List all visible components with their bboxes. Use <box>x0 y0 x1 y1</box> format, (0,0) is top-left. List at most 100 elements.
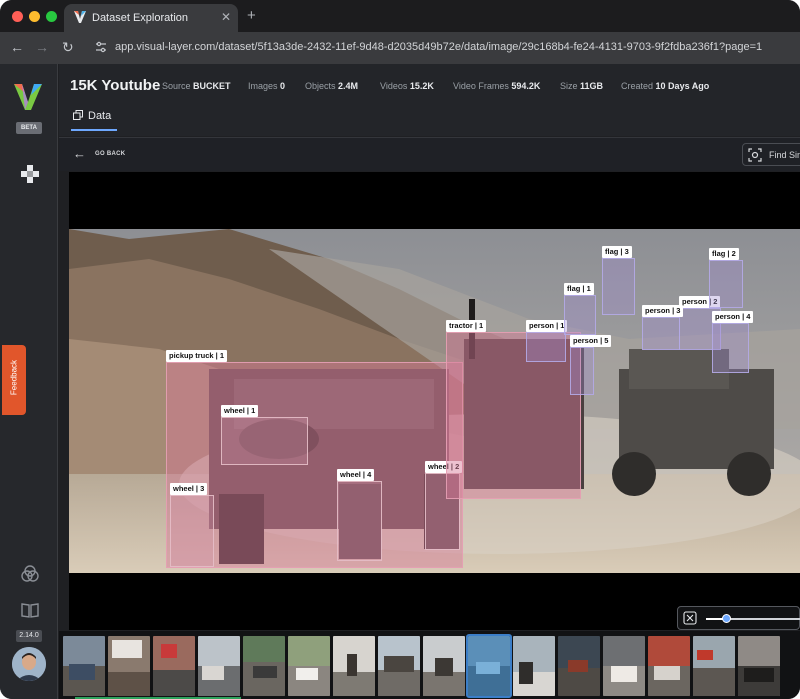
beta-badge: BETA <box>16 122 42 134</box>
minimize-window-button[interactable] <box>29 11 40 22</box>
site-settings-icon[interactable] <box>95 41 107 53</box>
bbox-person-1[interactable]: person | 1 <box>526 320 568 362</box>
bbox-flag-2[interactable]: flag | 2 <box>709 248 743 308</box>
datasets-icon[interactable] <box>20 164 40 184</box>
thumbnail-image <box>558 636 600 696</box>
frame-thumbnail[interactable] <box>288 636 330 696</box>
visual-layer-logo-icon <box>74 11 86 23</box>
meta-videos: Videos 15.2K <box>380 81 434 91</box>
go-back-arrow-icon[interactable]: ← <box>73 146 86 161</box>
viewer-toolbar: ← GO BACK Find Sim <box>59 137 800 171</box>
book-icon[interactable] <box>20 600 40 620</box>
app-sidebar: BETA Feedback 2.14.0 <box>0 64 58 699</box>
feedback-button[interactable]: Feedback <box>2 345 26 415</box>
frame-thumbnail[interactable] <box>378 636 420 696</box>
version-badge: 2.14.0 <box>16 630 42 642</box>
bbox-label: person | 1 <box>526 320 568 332</box>
thumbnail-image <box>378 636 420 696</box>
go-back-button[interactable]: GO BACK <box>95 151 125 157</box>
avatar-image <box>12 647 46 681</box>
thumbnail-image <box>288 636 330 696</box>
maximize-window-button[interactable] <box>46 11 57 22</box>
frame-thumbnail[interactable] <box>153 636 195 696</box>
image-search-icon <box>748 148 762 162</box>
thumbnail-image <box>423 636 465 696</box>
frame-thumbnail[interactable] <box>333 636 375 696</box>
bbox-wheel-4[interactable]: wheel | 4 <box>337 469 382 561</box>
find-similar-button[interactable]: Find Sim <box>742 143 800 166</box>
frame-thumbnail[interactable] <box>693 636 735 696</box>
thumbnail-image <box>108 636 150 696</box>
visual-layer-logo-icon[interactable] <box>12 82 44 112</box>
frame-thumbnail-selected[interactable] <box>466 634 512 698</box>
feedback-label: Feedback <box>9 359 19 396</box>
frame-thumbnail[interactable] <box>63 636 105 696</box>
browser-forward-button[interactable]: → <box>35 39 49 55</box>
bbox-person-3[interactable]: person | 3 <box>642 305 684 350</box>
frame-thumbnail[interactable] <box>648 636 690 696</box>
active-tab-indicator <box>71 129 117 131</box>
thumbnail-image <box>603 636 645 696</box>
tab-close-icon[interactable]: ✕ <box>221 10 231 24</box>
bbox-label: wheel | 1 <box>221 405 259 417</box>
zoom-slider-thumb[interactable] <box>722 614 731 623</box>
image-viewer[interactable]: pickup truck | 1 wheel | 1 wheel | 2 whe… <box>69 172 800 630</box>
integrations-icon[interactable] <box>20 564 40 584</box>
thumbnail-image <box>738 636 780 696</box>
dataset-header: 15K Youtube Source BUCKET Images 0 Objec… <box>59 64 800 136</box>
avatar[interactable] <box>12 647 46 681</box>
frame-thumbnail[interactable] <box>423 636 465 696</box>
frame-thumbnail[interactable] <box>738 636 780 696</box>
frame-thumbnail[interactable] <box>243 636 285 696</box>
bbox-label: flag | 2 <box>709 248 739 260</box>
bbox-label: person | 5 <box>570 335 612 347</box>
meta-source: Source BUCKET <box>162 81 231 91</box>
thumbnail-image <box>648 636 690 696</box>
meta-created: Created 10 Days Ago <box>621 81 710 91</box>
frame-thumbnail[interactable] <box>108 636 150 696</box>
bbox-flag-1[interactable]: flag | 1 <box>564 283 596 335</box>
thumbnail-image <box>153 636 195 696</box>
bbox-label: tractor | 1 <box>446 320 487 332</box>
frame-thumbnail[interactable] <box>558 636 600 696</box>
bbox-label: flag | 3 <box>602 246 632 258</box>
meta-size: Size 11GB <box>560 81 604 91</box>
fit-to-screen-icon[interactable] <box>683 611 697 625</box>
frame-thumbnail[interactable] <box>198 636 240 696</box>
zoom-control <box>677 606 800 630</box>
new-tab-button[interactable]: + <box>247 7 256 24</box>
frame-filmstrip <box>59 631 800 699</box>
bbox-person-4[interactable]: person | 4 <box>712 311 754 373</box>
tab-title: Dataset Exploration <box>92 12 188 24</box>
url-input[interactable]: app.visual-layer.com/dataset/5f13a3de-24… <box>115 41 762 53</box>
thumbnail-image <box>333 636 375 696</box>
browser-reload-button[interactable]: ↻ <box>62 39 74 56</box>
bbox-flag-3[interactable]: flag | 3 <box>602 246 635 315</box>
bbox-wheel-1[interactable]: wheel | 1 <box>221 405 308 465</box>
bbox-label: wheel | 3 <box>170 483 208 495</box>
tab-data-label: Data <box>88 110 112 122</box>
tab-data[interactable]: Data <box>73 110 111 128</box>
thumbnail-image <box>243 636 285 696</box>
meta-objects: Objects 2.4M <box>305 81 359 91</box>
thumbnail-image <box>513 636 555 696</box>
browser-back-button[interactable]: ← <box>10 39 24 55</box>
bbox-person-5[interactable]: person | 5 <box>570 335 612 395</box>
browser-address-bar: ← → ↻ app.visual-layer.com/dataset/5f13a… <box>0 32 800 64</box>
frame-thumbnail[interactable] <box>513 636 555 696</box>
bbox-label: person | 3 <box>642 305 684 317</box>
copy-icon <box>73 110 83 120</box>
close-window-button[interactable] <box>12 11 23 22</box>
frame-thumbnail[interactable] <box>603 636 645 696</box>
find-similar-label: Find Sim <box>769 150 800 160</box>
thumbnail-image <box>198 636 240 696</box>
browser-tab-dataset-exploration[interactable]: Dataset Exploration ✕ <box>64 4 238 32</box>
thumbnail-image <box>693 636 735 696</box>
meta-images: Images 0 <box>248 81 286 91</box>
bbox-label: flag | 1 <box>564 283 594 295</box>
app-window: Dataset Exploration ✕ + ← → ↻ app.visual… <box>0 0 800 699</box>
dataset-title: 15K Youtube <box>70 77 161 94</box>
bbox-label: wheel | 4 <box>337 469 375 481</box>
bbox-wheel-3[interactable]: wheel | 3 <box>170 483 214 567</box>
browser-tab-bar: Dataset Exploration ✕ + <box>0 0 800 32</box>
